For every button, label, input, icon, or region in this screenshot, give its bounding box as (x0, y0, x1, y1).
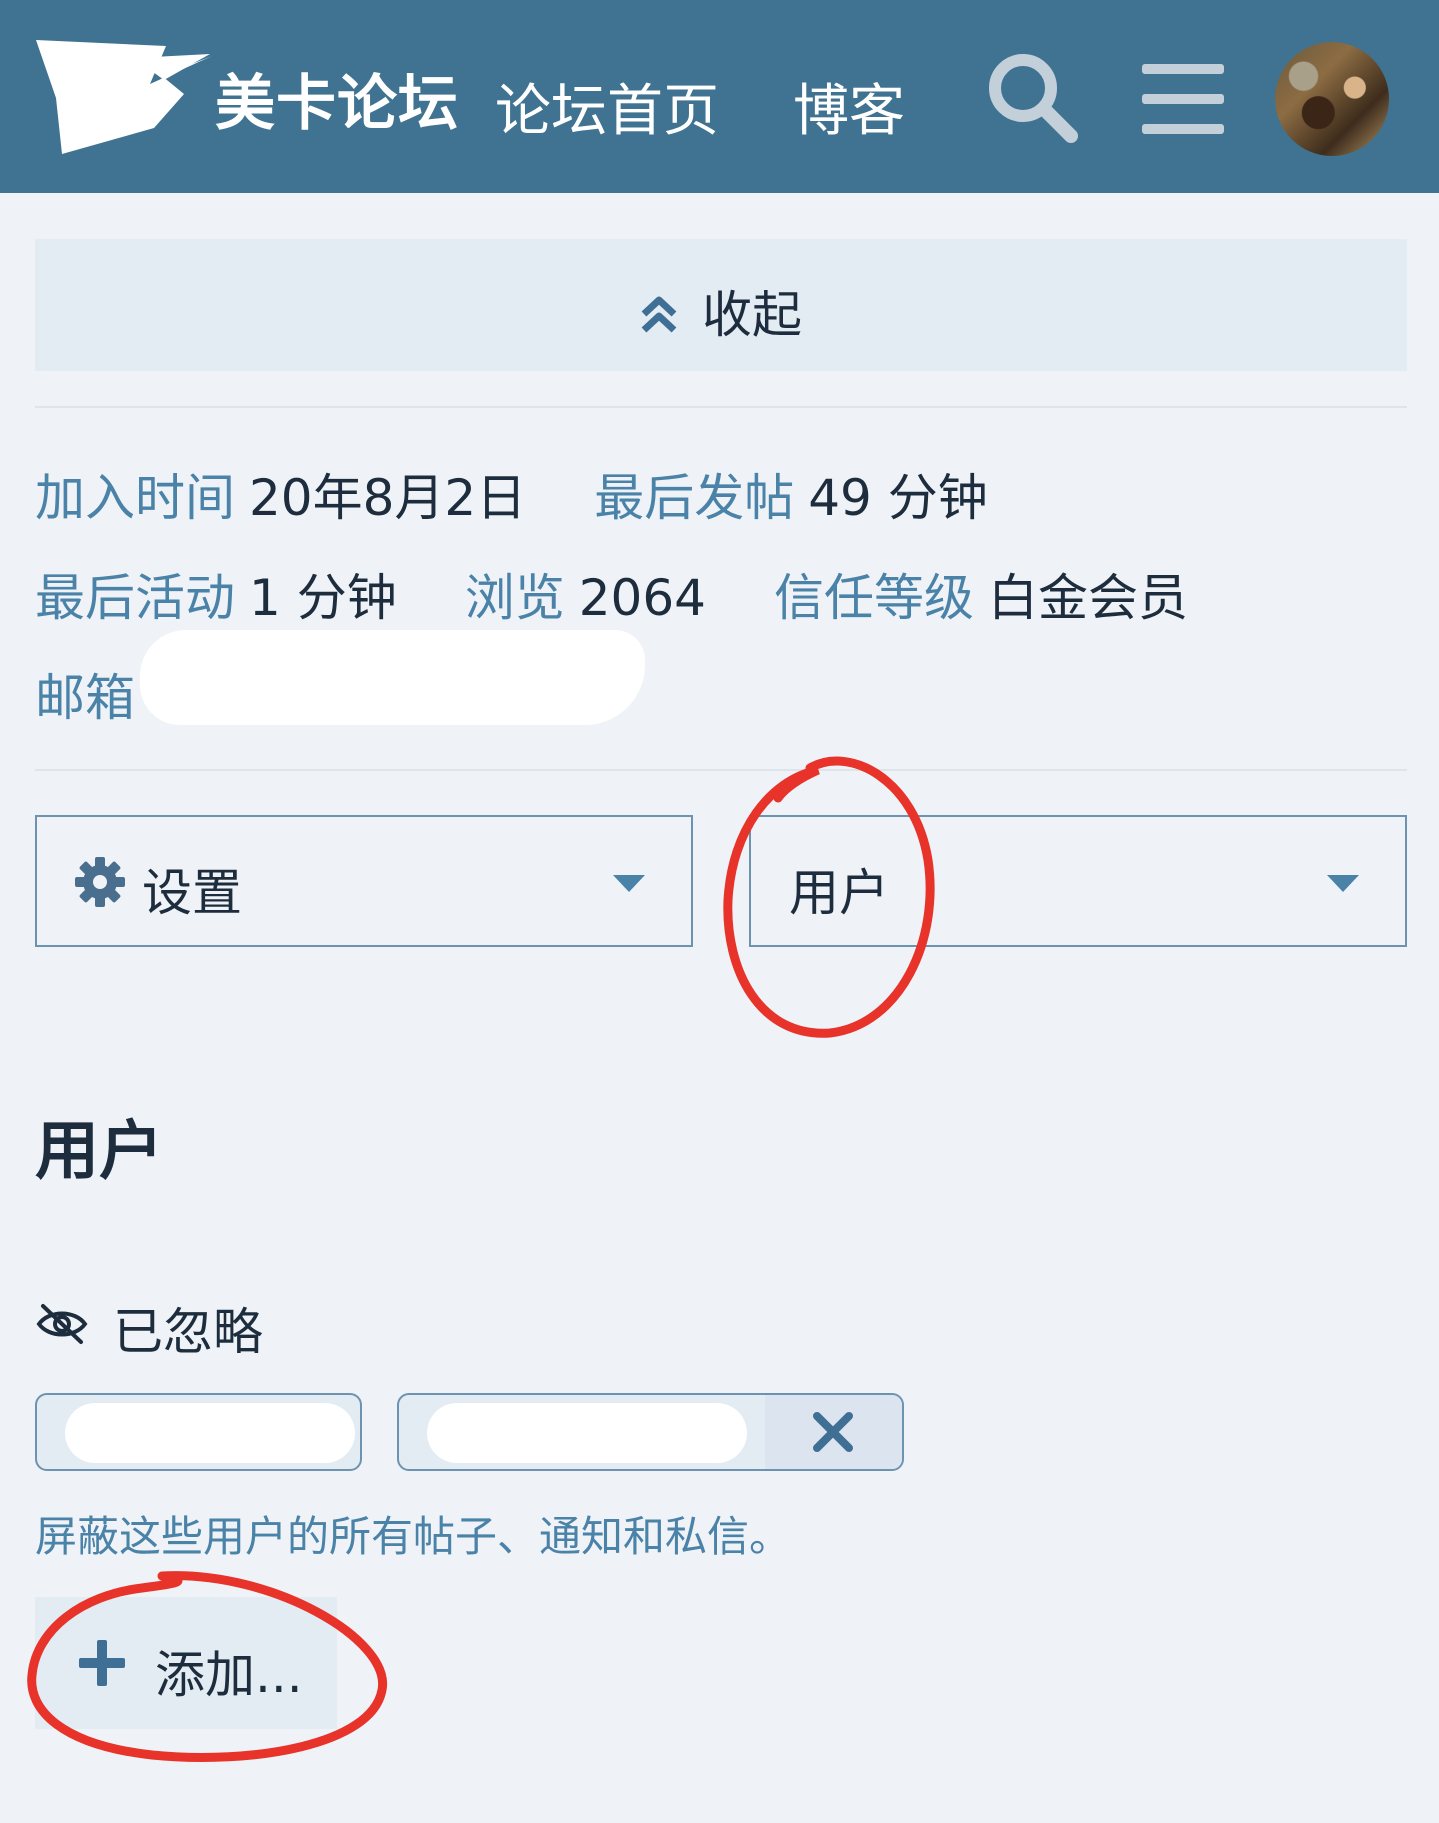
user-avatar[interactable] (1275, 42, 1389, 156)
email-label: 邮箱 (35, 669, 135, 727)
plus-icon (79, 1640, 125, 1690)
stats-row-1: 加入时间 20年8月2日 最后发帖 49 分钟 (35, 458, 1056, 530)
divider (35, 406, 1407, 408)
joined-value: 20年8月2日 (249, 469, 527, 527)
settings-dropdown[interactable]: 设置 (35, 815, 693, 947)
nav-forum-home[interactable]: 论坛首页 (495, 66, 719, 147)
joined-label: 加入时间 (35, 469, 235, 527)
site-title[interactable]: 美卡论坛 (215, 55, 459, 142)
eye-slash-icon (35, 1300, 89, 1358)
add-ignored-user-button[interactable]: 添加... (35, 1597, 337, 1729)
stats-row-2: 最后活动 1 分钟 浏览 2064 信任等级 白金会员 (35, 558, 1256, 630)
ignored-label: 已忽略 (113, 1303, 263, 1361)
trust-level-value: 白金会员 (987, 569, 1188, 627)
redacted-email (140, 630, 645, 725)
section-title: 用户 (35, 1115, 163, 1189)
card-logo-icon[interactable] (34, 36, 212, 162)
chevron-down-icon (613, 875, 645, 892)
redacted-username (65, 1403, 355, 1463)
last-post-label[interactable]: 最后发帖 (594, 469, 794, 527)
last-active-label: 最后活动 (35, 569, 235, 627)
ignored-user-tag[interactable] (35, 1393, 362, 1471)
gear-icon (75, 857, 125, 911)
search-icon[interactable] (985, 50, 1081, 150)
redacted-username (427, 1403, 747, 1463)
double-chevron-up-icon (640, 290, 678, 348)
add-button-label: 添加... (155, 1646, 303, 1704)
top-header: 美卡论坛 论坛首页 博客 (0, 0, 1439, 193)
collapse-content: 收起 (35, 275, 1407, 348)
ignored-user-tag[interactable] (397, 1393, 904, 1471)
remove-tag-button[interactable] (765, 1395, 902, 1469)
trust-level-label: 信任等级 (773, 569, 974, 627)
ignored-hint: 屏蔽这些用户的所有帖子、通知和私信。 (35, 1512, 792, 1561)
category-dropdown-label: 用户 (789, 864, 889, 922)
last-active-value: 1 分钟 (249, 569, 397, 627)
collapse-label: 收起 (702, 286, 802, 344)
close-icon (813, 1412, 853, 1452)
views-label: 浏览 (464, 569, 565, 627)
views-value: 2064 (578, 569, 706, 627)
collapse-button[interactable]: 收起 (35, 239, 1407, 371)
divider (35, 769, 1407, 771)
email-row: 邮箱 (35, 658, 135, 730)
chevron-down-icon (1327, 875, 1359, 892)
page: 美卡论坛 论坛首页 博客 收起 加入时间 20年8月2日 最后发帖 49 分钟 … (0, 0, 1439, 1823)
nav-blog[interactable]: 博客 (793, 66, 905, 147)
hamburger-menu-icon[interactable] (1142, 62, 1224, 140)
last-post-value[interactable]: 49 分钟 (808, 469, 988, 527)
category-dropdown[interactable]: 用户 (749, 815, 1407, 947)
settings-dropdown-label: 设置 (142, 864, 242, 922)
